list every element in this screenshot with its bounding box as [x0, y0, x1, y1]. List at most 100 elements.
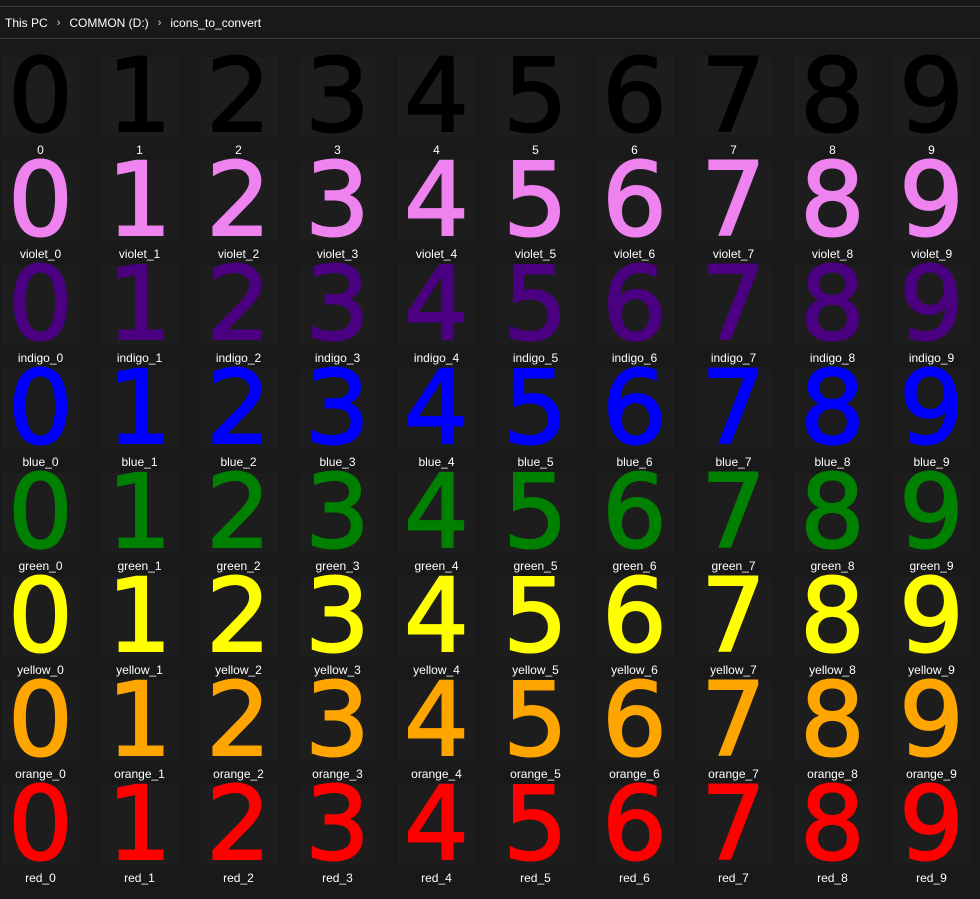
file-thumbnail: 6: [595, 565, 674, 669]
digit-image-icon: 4: [403, 453, 470, 572]
digit-image-icon: 5: [502, 557, 569, 676]
chevron-right-icon[interactable]: ›: [57, 17, 61, 29]
digit-image-icon: 9: [898, 765, 965, 884]
digit-image-icon: 1: [106, 349, 173, 468]
breadcrumb-common-drive[interactable]: COMMON (D:): [69, 16, 148, 30]
digit-image-icon: 9: [898, 661, 965, 780]
file-item[interactable]: 2 red_2: [189, 765, 288, 889]
breadcrumb-icons-to-convert[interactable]: icons_to_convert: [170, 16, 261, 30]
file-item[interactable]: 9 red_9: [882, 765, 980, 889]
digit-image-icon: 7: [700, 661, 767, 780]
digit-image-icon: 8: [799, 765, 866, 884]
file-thumbnail: 0: [1, 357, 80, 461]
file-thumbnail: 7: [694, 45, 773, 149]
file-thumbnail: 9: [892, 565, 971, 669]
file-thumbnail: 6: [595, 765, 674, 884]
file-thumbnail: 9: [892, 461, 971, 565]
digit-image-icon: 8: [799, 453, 866, 572]
digit-image-icon: 0: [7, 661, 74, 780]
file-thumbnail: 4: [397, 669, 476, 773]
file-thumbnail: 5: [496, 141, 575, 260]
file-item[interactable]: 7 red_7: [684, 773, 783, 889]
digit-image-icon: 6: [601, 141, 668, 260]
digit-image-icon: 2: [205, 765, 272, 884]
file-thumbnail: 6: [595, 661, 674, 780]
breadcrumb-this-pc[interactable]: This PC: [5, 16, 48, 30]
digit-image-icon: 6: [601, 765, 668, 884]
file-thumbnail: 2: [199, 45, 278, 149]
digit-image-icon: 0: [7, 557, 74, 676]
file-thumbnail: 0: [1, 245, 80, 364]
file-item[interactable]: 8 red_8: [783, 765, 882, 889]
file-thumbnail: 5: [496, 45, 575, 149]
file-thumbnail: 9: [892, 141, 971, 260]
file-thumbnail: 4: [397, 453, 476, 572]
digit-image-icon: 5: [502, 453, 569, 572]
digit-image-icon: 8: [799, 349, 866, 468]
file-item[interactable]: 4 red_4: [387, 765, 486, 889]
file-thumbnail: 2: [199, 349, 278, 468]
digit-image-icon: 5: [502, 661, 569, 780]
file-thumbnail: 1: [100, 141, 179, 260]
digit-image-icon: 5: [502, 141, 569, 260]
digit-image-icon: 1: [106, 765, 173, 884]
digit-image-icon: 4: [403, 349, 470, 468]
digit-image-icon: 0: [7, 765, 74, 884]
file-thumbnail: 5: [496, 253, 575, 357]
file-thumbnail: 6: [595, 357, 674, 461]
file-thumbnail: 3: [298, 765, 377, 884]
file-thumbnail: 7: [694, 349, 773, 468]
file-thumbnail: 6: [595, 461, 674, 565]
chevron-right-icon[interactable]: ›: [158, 17, 162, 29]
file-thumbnail: 7: [694, 453, 773, 572]
file-thumbnail: 7: [694, 773, 773, 877]
digit-image-icon: 8: [799, 245, 866, 364]
digit-image-icon: 7: [700, 349, 767, 468]
file-thumbnail: 4: [397, 765, 476, 884]
digit-image-icon: 3: [304, 37, 371, 156]
digit-image-icon: 1: [106, 141, 173, 260]
digit-image-icon: 8: [799, 557, 866, 676]
digit-image-icon: 4: [403, 245, 470, 364]
file-item[interactable]: 0 red_0: [0, 765, 90, 889]
file-thumbnail: 3: [298, 669, 377, 773]
file-thumbnail: 7: [694, 253, 773, 357]
digit-image-icon: 9: [898, 37, 965, 156]
digit-image-icon: 9: [898, 141, 965, 260]
file-thumbnail: 2: [199, 661, 278, 780]
digit-image-icon: 7: [700, 453, 767, 572]
digit-image-icon: 5: [502, 765, 569, 884]
file-thumbnail: 3: [298, 37, 377, 156]
digit-image-icon: 0: [7, 453, 74, 572]
file-thumbnail: 8: [793, 453, 872, 572]
file-name-label: red_9: [916, 871, 947, 885]
digit-image-icon: 3: [304, 141, 371, 260]
digit-image-icon: 3: [304, 557, 371, 676]
file-thumbnail: 1: [100, 661, 179, 780]
file-item[interactable]: 5 red_5: [486, 765, 585, 889]
file-thumbnail: 4: [397, 349, 476, 468]
digit-image-icon: 1: [106, 37, 173, 156]
file-item[interactable]: 6 red_6: [585, 765, 684, 889]
digit-image-icon: 6: [601, 661, 668, 780]
digit-image-icon: 8: [799, 661, 866, 780]
file-item[interactable]: 3 red_3: [288, 765, 387, 889]
file-thumbnail: 3: [298, 349, 377, 468]
file-thumbnail: 5: [496, 357, 575, 461]
file-thumbnail: 9: [892, 765, 971, 884]
digit-image-icon: 3: [304, 765, 371, 884]
digit-image-icon: 2: [205, 661, 272, 780]
digit-image-icon: 4: [403, 765, 470, 884]
file-thumbnail: 8: [793, 149, 872, 253]
digit-image-icon: 1: [106, 661, 173, 780]
digit-image-icon: 0: [7, 141, 74, 260]
digit-image-icon: 9: [898, 245, 965, 364]
digit-image-icon: 3: [304, 349, 371, 468]
digit-image-icon: 2: [205, 141, 272, 260]
digit-image-icon: 0: [7, 245, 74, 364]
file-name-label: red_6: [619, 871, 650, 885]
file-thumbnail: 9: [892, 245, 971, 364]
file-thumbnail: 2: [199, 765, 278, 884]
file-item[interactable]: 1 red_1: [90, 765, 189, 889]
digit-image-icon: 2: [205, 349, 272, 468]
